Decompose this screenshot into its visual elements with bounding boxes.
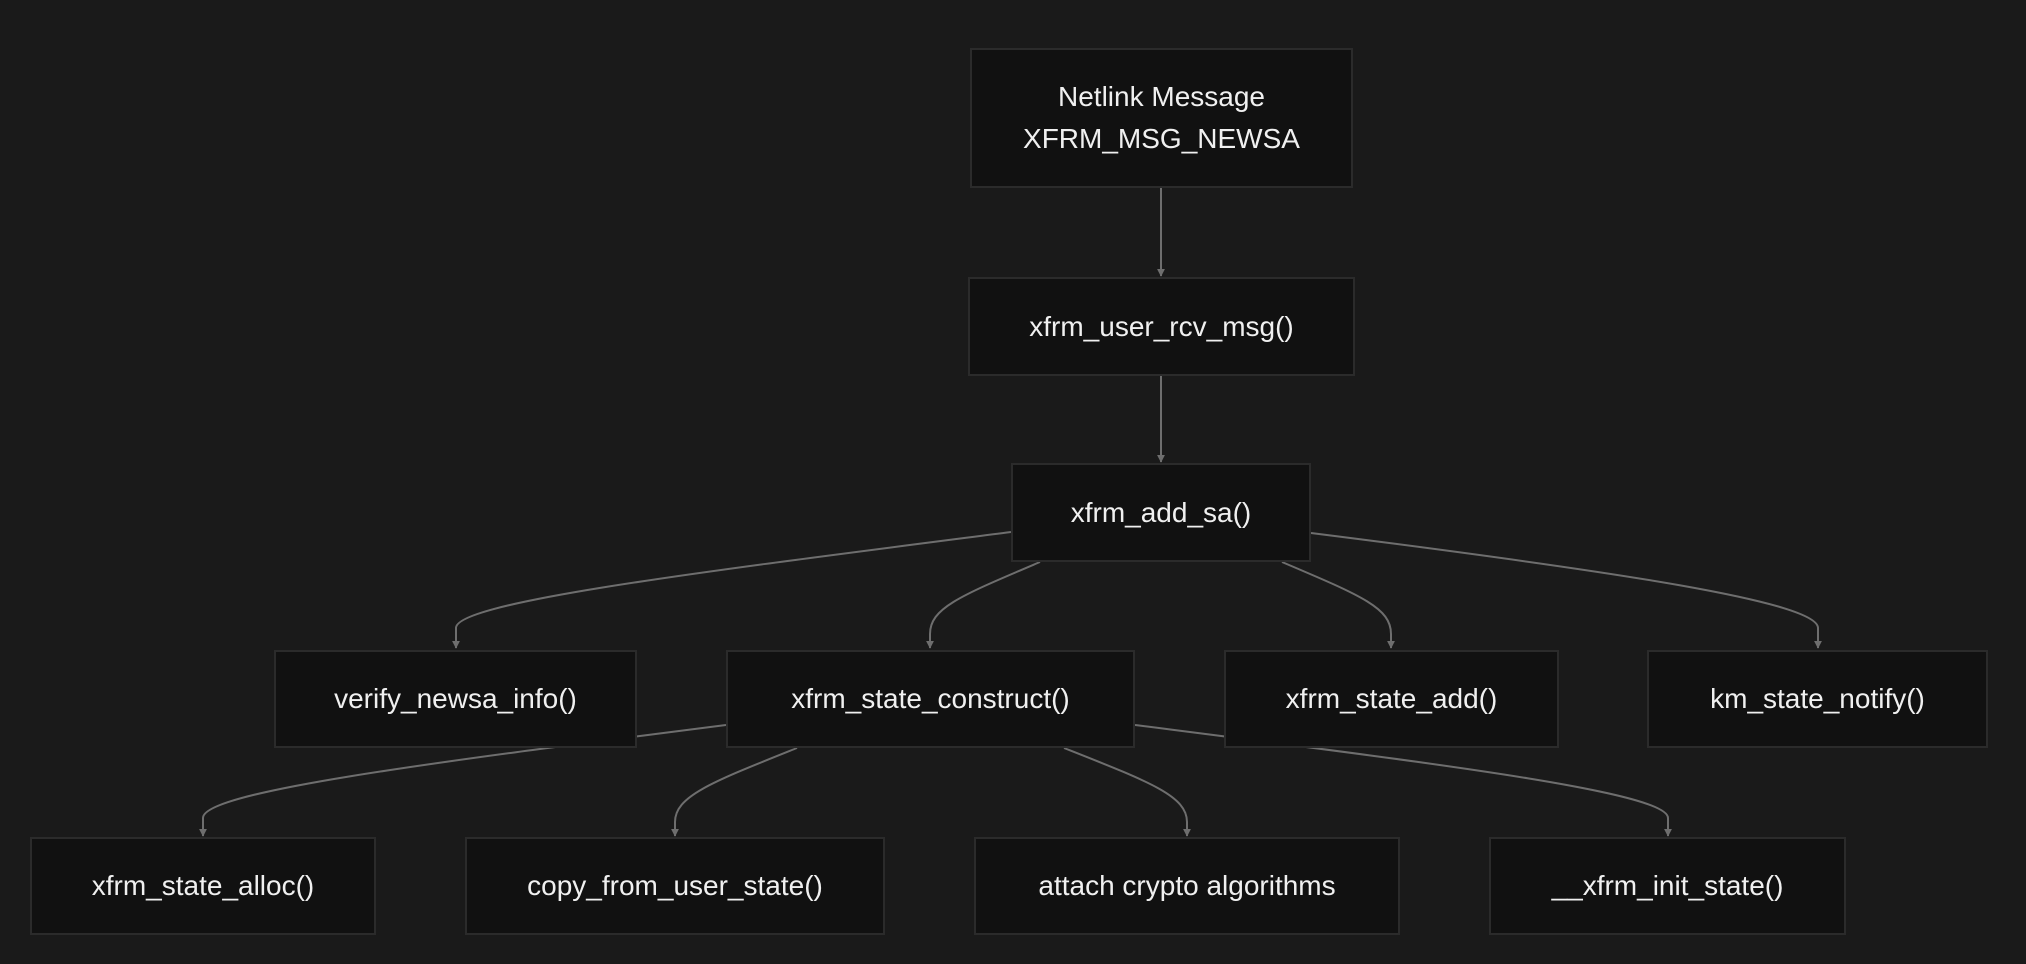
edge-construct-to-crypto [1063,747,1191,837]
node-xfrm-user-rcv-msg: xfrm_user_rcv_msg() [968,277,1355,376]
node-netlink-message-line1: Netlink Message [1058,81,1265,112]
edge-add-sa-to-state-add [1281,561,1395,649]
node-netlink-message-line2: XFRM_MSG_NEWSA [1023,123,1300,154]
node-xfrm-init-state-label: __xfrm_init_state() [1551,870,1784,901]
node-xfrm-add-sa: xfrm_add_sa() [1011,463,1311,562]
node-xfrm-user-rcv-msg-label: xfrm_user_rcv_msg() [1029,310,1294,342]
node-attach-crypto-algorithms-label: attach crypto algorithms [1038,870,1336,901]
node-copy-from-user-state-label: copy_from_user_state() [527,870,823,901]
node-xfrm-state-add-label: xfrm_state_add() [1285,683,1498,714]
node-km-state-notify-label: km_state_notify() [1710,683,1925,714]
node-km-state-notify: km_state_notify() [1647,650,1988,748]
node-xfrm-state-add: xfrm_state_add() [1224,650,1559,748]
node-verify-newsa-info-label: verify_newsa_info() [334,683,577,714]
edge-add-sa-to-notify [1310,532,1822,649]
edge-construct-to-copy [671,747,798,837]
node-xfrm-state-construct-label: xfrm_state_construct() [791,683,1070,714]
node-xfrm-state-alloc: xfrm_state_alloc() [30,837,376,935]
node-xfrm-state-construct: xfrm_state_construct() [726,650,1135,748]
node-xfrm-init-state: __xfrm_init_state() [1489,837,1846,935]
node-copy-from-user-state: copy_from_user_state() [465,837,885,935]
node-verify-newsa-info: verify_newsa_info() [274,650,637,748]
node-netlink-message: Netlink Message XFRM_MSG_NEWSA [970,48,1353,188]
node-xfrm-add-sa-label: xfrm_add_sa() [1070,496,1252,528]
edge-add-sa-to-construct [926,561,1041,649]
node-attach-crypto-algorithms: attach crypto algorithms [974,837,1400,935]
edge-add-sa-to-verify [452,531,1012,649]
node-xfrm-state-alloc-label: xfrm_state_alloc() [91,870,315,901]
